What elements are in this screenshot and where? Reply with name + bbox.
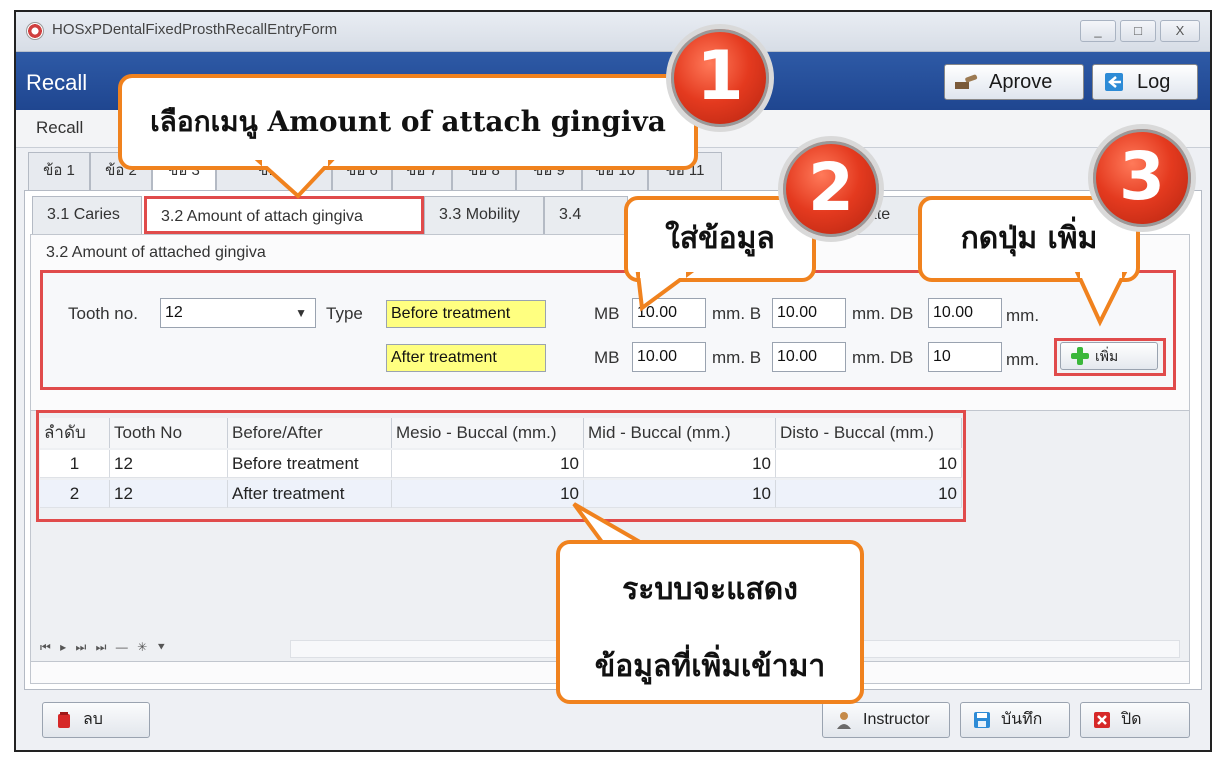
type-before-treatment: Before treatment	[386, 300, 546, 328]
instructor-button[interactable]: Instructor	[822, 702, 950, 738]
app-icon	[26, 22, 44, 40]
close-button[interactable]: ปิด	[1080, 702, 1190, 738]
menu-item-recall[interactable]: Recall	[36, 118, 83, 138]
login-icon	[1105, 73, 1123, 91]
type-label: Type	[326, 304, 363, 323]
grid-navigator[interactable]: ⏮ ▸ ⏭ ⏭ — ✳ ⯆	[40, 640, 169, 655]
callout-tail	[1074, 272, 1128, 327]
tab-mobility[interactable]: 3.3 Mobility	[424, 196, 544, 234]
section-title: 3.2 Amount of attached gingiva	[46, 244, 266, 261]
callout-select-menu: เลือกเมนู Amount of attach gingiva	[118, 74, 698, 170]
mm-label-after: mm.	[1006, 350, 1040, 369]
log-label: Log	[1137, 71, 1171, 93]
maximize-button[interactable]: □	[1120, 20, 1156, 42]
delete-button[interactable]: ลบ	[42, 702, 150, 738]
save-button[interactable]: บันทึก	[960, 702, 1070, 738]
approve-button[interactable]: Aprove	[944, 64, 1084, 100]
callout-line-1: ระบบจะแสดง	[622, 572, 798, 607]
save-label: บันทึก	[1001, 711, 1043, 728]
step-badge-3: 3	[1088, 124, 1196, 232]
db-input-after[interactable]: 10	[928, 342, 1002, 372]
mm-b-label-before: mm. B	[712, 304, 762, 323]
minimize-button[interactable]: _	[1080, 20, 1116, 42]
tab-amount-attach-gingiva[interactable]: 3.2 Amount of attach gingiva	[144, 196, 424, 234]
mm-db-label-after: mm. DB	[852, 348, 914, 367]
window-title: HOSxPDentalFixedProsthRecallEntryForm	[52, 21, 338, 38]
tooth-no-value: 12	[165, 304, 183, 321]
entry-form-highlight	[40, 270, 1176, 390]
mb-input-after[interactable]: 10.00	[632, 342, 706, 372]
log-button[interactable]: Log	[1092, 64, 1198, 100]
close-label: ปิด	[1121, 711, 1142, 728]
header-title: Recall	[26, 70, 88, 95]
chevron-down-icon: ▼	[295, 306, 307, 320]
step-badge-2: 2	[778, 136, 884, 242]
callout-tail	[635, 272, 695, 312]
db-input-before[interactable]: 10.00	[928, 298, 1002, 328]
callout-line-2: ข้อมูลที่เพิ่มเข้ามา	[594, 649, 826, 684]
type-after-treatment: After treatment	[386, 344, 546, 372]
save-icon	[974, 712, 990, 728]
table-highlight	[36, 410, 966, 522]
tab-sulcus[interactable]: 3.4 Sulc	[544, 196, 628, 259]
tooth-no-label: Tooth no.	[68, 304, 138, 323]
callout-tail	[254, 160, 335, 199]
mm-label-before: mm.	[1006, 306, 1040, 325]
b-input-after[interactable]: 10.00	[772, 342, 846, 372]
mb-label-after: MB	[594, 348, 620, 367]
close-window-button[interactable]: X	[1160, 20, 1200, 42]
tab-item-1[interactable]: ข้อ 1	[28, 152, 90, 190]
tab-caries[interactable]: 3.1 Caries	[32, 196, 142, 234]
user-icon	[837, 712, 851, 729]
delete-label: ลบ	[83, 711, 103, 728]
mb-label-before: MB	[594, 304, 620, 323]
plus-icon	[1071, 347, 1089, 365]
close-icon	[1094, 712, 1110, 728]
b-input-before[interactable]: 10.00	[772, 298, 846, 328]
step-badge-1: 1	[666, 24, 774, 132]
approve-label: Aprove	[989, 71, 1053, 93]
callout-result-shown: ระบบจะแสดง ข้อมูลที่เพิ่มเข้ามา	[556, 540, 864, 704]
mm-b-label-after: mm. B	[712, 348, 762, 367]
add-button-label: เพิ่ม	[1095, 348, 1119, 364]
mm-db-label-before: mm. DB	[852, 304, 914, 323]
add-button[interactable]: เพิ่ม	[1060, 342, 1158, 370]
trash-icon	[58, 712, 70, 728]
instructor-label: Instructor	[863, 711, 930, 728]
stamp-icon	[955, 74, 978, 89]
tooth-no-select[interactable]: 12 ▼	[160, 298, 316, 328]
